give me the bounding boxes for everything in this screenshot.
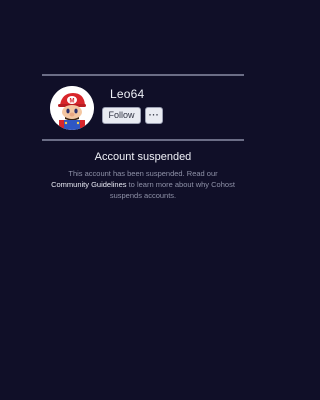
description-text: This account has been suspended. Read ou… xyxy=(68,169,218,178)
more-options-button[interactable]: ··· xyxy=(145,107,163,124)
svg-text:M: M xyxy=(70,99,75,105)
mario-avatar-icon: M xyxy=(50,86,94,130)
avatar[interactable]: M xyxy=(50,86,94,130)
follow-button[interactable]: Follow xyxy=(102,107,141,124)
top-divider xyxy=(42,74,244,76)
profile-header: M Leo64 Follow ··· xyxy=(50,86,244,130)
section-divider xyxy=(42,139,244,141)
description-text-end: to learn more about why Cohost suspends … xyxy=(109,180,235,200)
community-guidelines-link[interactable]: Community Guidelines xyxy=(51,180,126,189)
suspended-description: This account has been suspended. Read ou… xyxy=(50,168,236,201)
suspended-title: Account suspended xyxy=(94,151,192,163)
username: Leo64 xyxy=(110,87,145,101)
